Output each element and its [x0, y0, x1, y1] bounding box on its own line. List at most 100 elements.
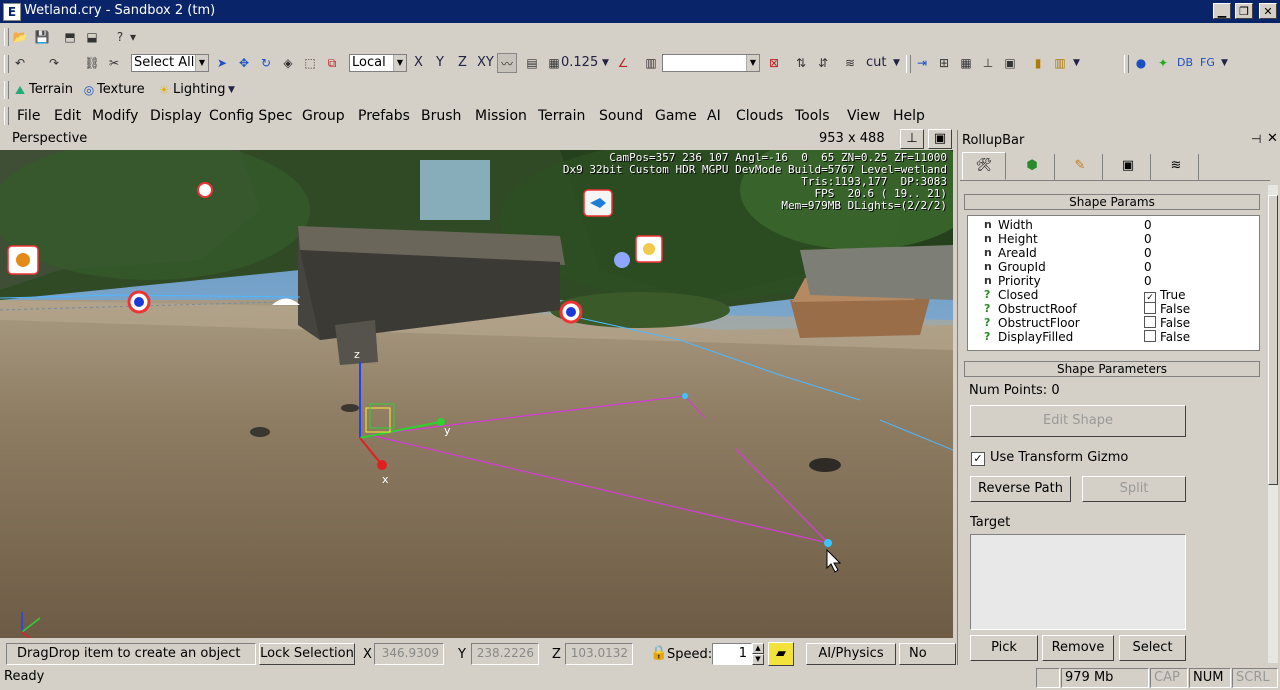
- menu-sound[interactable]: Sound: [599, 108, 643, 124]
- import-selection-icon[interactable]: ⇵: [813, 53, 833, 73]
- export-icon[interactable]: ⬒: [60, 27, 80, 47]
- menu-game[interactable]: Game: [655, 108, 697, 124]
- speed-input[interactable]: 1: [712, 643, 752, 665]
- layers-icon[interactable]: ≋: [840, 53, 860, 73]
- chevron-down-icon[interactable]: ▼: [893, 53, 900, 73]
- align-grid-icon[interactable]: ⊞: [934, 53, 954, 73]
- chevron-down-icon[interactable]: ▼: [746, 55, 759, 71]
- fg-button[interactable]: FG: [1200, 53, 1215, 73]
- ai-physics-button[interactable]: AI/Physics: [806, 643, 896, 665]
- menu-display[interactable]: Display: [150, 108, 202, 124]
- close-button[interactable]: ✕: [1259, 3, 1277, 19]
- angle-snap-icon[interactable]: ∠: [613, 53, 633, 73]
- axis-view-icon[interactable]: ⊥: [900, 129, 924, 149]
- select-all-combo[interactable]: Select All ▼: [131, 54, 209, 72]
- axis-y-button[interactable]: Y: [436, 53, 444, 73]
- prop-row[interactable]: n GroupId 0: [968, 260, 1254, 274]
- character-icon[interactable]: ✦: [1153, 53, 1173, 73]
- open-icon[interactable]: 📂: [10, 27, 30, 47]
- undo-icon[interactable]: ↶: [10, 53, 30, 73]
- menu-terrain[interactable]: Terrain: [538, 108, 585, 124]
- unlink-icon[interactable]: ✂: [104, 53, 124, 73]
- move-icon[interactable]: ✥: [234, 53, 254, 73]
- object-list-icon[interactable]: ▦: [956, 53, 976, 73]
- close-icon[interactable]: ✕: [1267, 131, 1278, 146]
- export-selection-icon[interactable]: ⇅: [791, 53, 811, 73]
- scale-icon[interactable]: ◈: [278, 53, 298, 73]
- pin-icon[interactable]: ⊣: [1251, 132, 1261, 146]
- texture-browser-icon[interactable]: ▥: [1050, 53, 1070, 73]
- link-icon[interactable]: ⛓: [82, 53, 102, 73]
- chevron-down-icon[interactable]: ▼: [393, 55, 406, 71]
- rollup-scrollbar[interactable]: [1268, 185, 1278, 663]
- notes-icon[interactable]: ▥: [641, 53, 661, 73]
- obstruct-floor-checkbox[interactable]: [1144, 316, 1156, 328]
- reverse-path-button[interactable]: Reverse Path: [970, 476, 1071, 502]
- select-terrain-icon[interactable]: ⬚: [300, 53, 320, 73]
- import-icon[interactable]: ⬓: [82, 27, 102, 47]
- terrain-follow-icon[interactable]: 〰: [497, 53, 517, 73]
- check-icon[interactable]: ✓: [971, 452, 985, 466]
- restore-button[interactable]: ❐: [1235, 3, 1253, 19]
- tab-layers-icon[interactable]: ≋: [1154, 154, 1199, 180]
- menu-clouds[interactable]: Clouds: [736, 108, 783, 124]
- menu-mission[interactable]: Mission: [475, 108, 527, 124]
- lighting-button[interactable]: Lighting: [173, 80, 226, 100]
- delete-selection-icon[interactable]: ⊠: [764, 53, 784, 73]
- remove-button[interactable]: Remove: [1042, 635, 1114, 661]
- viewport-name[interactable]: Perspective: [12, 131, 87, 146]
- axis-xy-button[interactable]: XY: [477, 53, 494, 73]
- menu-config-spec[interactable]: Config Spec: [209, 108, 292, 124]
- snap-grid-icon[interactable]: ▤: [522, 53, 542, 73]
- pick-button[interactable]: Pick: [970, 635, 1038, 661]
- menu-ai[interactable]: AI: [707, 108, 721, 124]
- goto-position-icon[interactable]: ▰: [768, 642, 794, 666]
- speed-up-icon[interactable]: ▲: [752, 643, 764, 654]
- grid-size[interactable]: 0.125: [561, 53, 598, 73]
- selection-set-combo[interactable]: ▼: [662, 54, 760, 72]
- no-sync-button[interactable]: No Sync: [899, 643, 956, 665]
- menu-tools[interactable]: Tools: [795, 108, 830, 124]
- prop-row[interactable]: ? ObstructFloor False: [968, 316, 1254, 330]
- perspective-viewport[interactable]: CamPos=357 236 107 Angl=-16 0 65 ZN=0.25…: [0, 150, 953, 638]
- align-icon[interactable]: ⇥: [912, 53, 932, 73]
- menu-file[interactable]: File: [17, 108, 40, 124]
- menu-edit[interactable]: Edit: [54, 108, 81, 124]
- prop-row[interactable]: n Priority 0: [968, 274, 1254, 288]
- chevron-down-icon[interactable]: ▼: [1221, 53, 1228, 73]
- prop-row[interactable]: n AreaId 0: [968, 246, 1254, 260]
- redo-icon[interactable]: ↷: [44, 53, 64, 73]
- menu-help[interactable]: Help: [893, 108, 925, 124]
- menu-brush[interactable]: Brush: [421, 108, 461, 124]
- menu-group[interactable]: Group: [302, 108, 345, 124]
- use-transform-gizmo-checkbox[interactable]: ✓: [971, 450, 989, 466]
- axis-x-button[interactable]: X: [414, 53, 423, 73]
- x-coordinate-field[interactable]: 346.9309: [374, 643, 444, 665]
- material-icon[interactable]: ▮: [1028, 53, 1048, 73]
- current-layer[interactable]: cut: [866, 53, 886, 73]
- z-coordinate-field[interactable]: 103.0132: [565, 643, 633, 665]
- select-arrow-icon[interactable]: ➤: [212, 53, 232, 73]
- lock-selection-button[interactable]: Lock Selection: [259, 643, 355, 665]
- tab-display-icon[interactable]: ▣: [1106, 154, 1151, 180]
- axis-z-button[interactable]: Z: [458, 53, 467, 73]
- rotate-icon[interactable]: ↻: [256, 53, 276, 73]
- terrain-button[interactable]: Terrain: [29, 80, 73, 100]
- lock-icon[interactable]: 🔒: [650, 645, 667, 661]
- save-icon[interactable]: 💾: [32, 27, 52, 47]
- prop-row[interactable]: n Width 0: [968, 218, 1254, 232]
- prop-row[interactable]: n Height 0: [968, 232, 1254, 246]
- edit-shape-button[interactable]: Edit Shape: [970, 405, 1186, 437]
- shape-params-header[interactable]: Shape Params: [964, 194, 1260, 210]
- tab-modeling-icon[interactable]: ✎: [1058, 154, 1103, 180]
- obstruct-roof-checkbox[interactable]: [1144, 302, 1156, 314]
- hierarchy-icon[interactable]: ⊥: [978, 53, 998, 73]
- prop-row[interactable]: ? DisplayFilled False: [968, 330, 1254, 344]
- prop-row[interactable]: ? ObstructRoof False: [968, 302, 1254, 316]
- globe-icon[interactable]: ●: [1131, 53, 1151, 73]
- tab-objects-icon[interactable]: 🛠: [962, 152, 1006, 180]
- chevron-down-icon[interactable]: ▼: [1073, 53, 1080, 73]
- tab-terrain-icon[interactable]: ⬢: [1010, 154, 1055, 180]
- menu-prefabs[interactable]: Prefabs: [358, 108, 410, 124]
- coord-system-combo[interactable]: Local ▼: [349, 54, 407, 72]
